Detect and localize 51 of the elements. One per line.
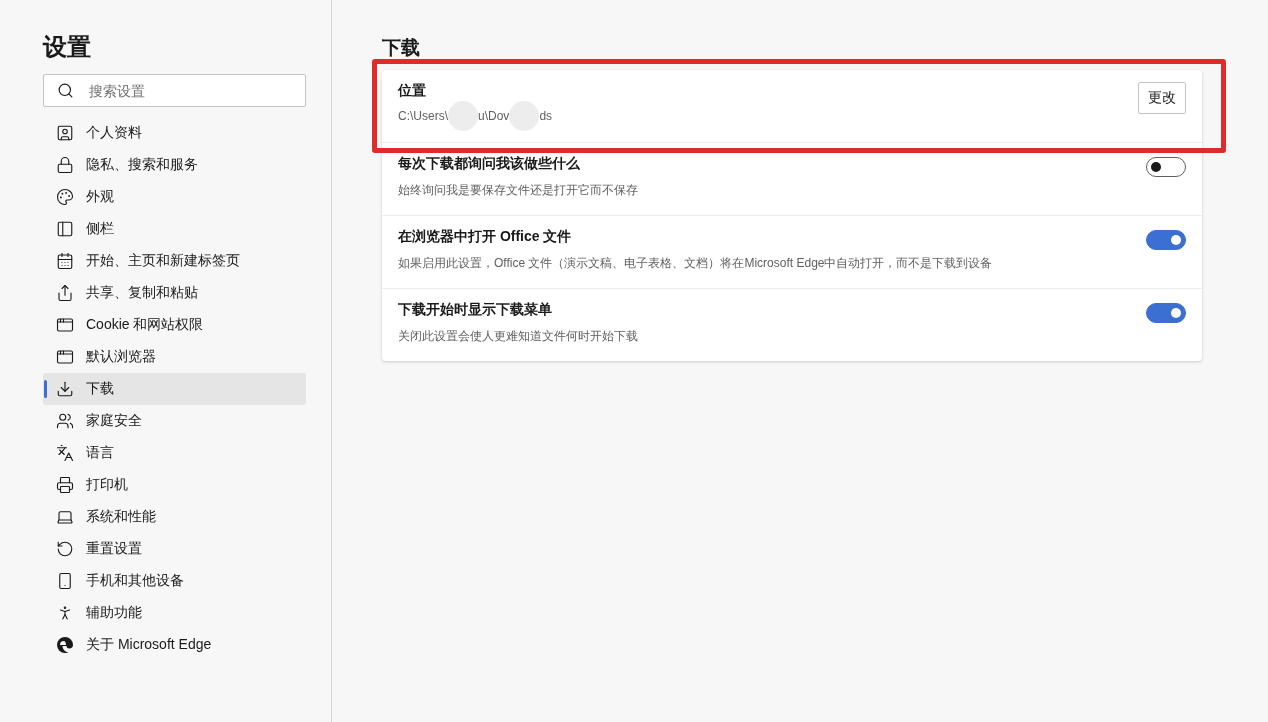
language-icon [56,444,74,462]
sidebar-item[interactable]: 辅助功能 [43,597,306,629]
setting-title: 位置 [398,82,427,100]
swirl-logo-icon [56,636,74,654]
sidebar-item[interactable]: 个人资料 [43,117,306,149]
reset-icon [56,540,74,558]
toggle-switch[interactable] [1146,230,1186,250]
sidebar-item[interactable]: 打印机 [43,469,306,501]
lock-icon [56,156,74,174]
phone-icon [56,572,74,590]
path-text: ds [539,109,553,123]
user-square-icon [56,124,74,142]
sidebar-item[interactable]: 语言 [43,437,306,469]
section-heading: 下载 [382,36,421,60]
setting-description: 关闭此设置会使人更难知道文件何时开始下载 [398,328,638,345]
sidebar-item[interactable]: 系统和性能 [43,501,306,533]
setting-title: 每次下载都询问我该做些什么 [398,155,581,173]
sidebar-item[interactable]: 家庭安全 [43,405,306,437]
sidebar-item[interactable]: 共享、复制和粘贴 [43,277,306,309]
sidebar-item[interactable]: 侧栏 [43,213,306,245]
palette-icon [56,188,74,206]
sidebar-item[interactable]: 重置设置 [43,533,306,565]
printer-icon [56,476,74,494]
sidebar-item[interactable]: 默认浏览器 [43,341,306,373]
window-icon [56,348,74,366]
settings-title: 设置 [43,32,92,62]
calendar-icon [56,252,74,270]
setting-description: 始终询问我是要保存文件还是打开它而不保存 [398,182,638,199]
path-text: u\Dov [478,109,510,123]
people-icon [56,412,74,430]
toggle-switch[interactable] [1146,303,1186,323]
path-text: C:\Users\ [398,109,448,123]
sidebar-item[interactable]: 开始、主页和新建标签页 [43,245,306,277]
sidebar-item[interactable]: 手机和其他设备 [43,565,306,597]
panel-icon [56,220,74,238]
sidebar-item[interactable]: 隐私、搜索和服务 [43,149,306,181]
toggle-switch[interactable] [1146,157,1186,177]
change-button[interactable]: 更改 [1138,82,1186,114]
sidebar-item[interactable]: Cookie 和网站权限 [43,309,306,341]
download-icon [56,380,74,398]
sidebar-item[interactable]: 下载 [43,373,306,405]
sidebar-item[interactable]: 外观 [43,181,306,213]
sidebar-item[interactable]: 关于 Microsoft Edge [43,629,306,661]
search-field[interactable]: 搜索设置 [43,74,306,107]
setting-title: 下载开始时显示下载菜单 [398,301,553,319]
setting-description: 如果启用此设置，Office 文件（演示文稿、电子表格、文档）将在Microsoft Edge中自动打开，而不是下载到设备 [398,255,993,272]
window-icon [56,316,74,334]
setting-title: 在浏览器中打开 Office 文件 [398,228,573,246]
search-icon [57,82,74,99]
share-icon [56,284,74,302]
laptop-icon [56,508,74,526]
